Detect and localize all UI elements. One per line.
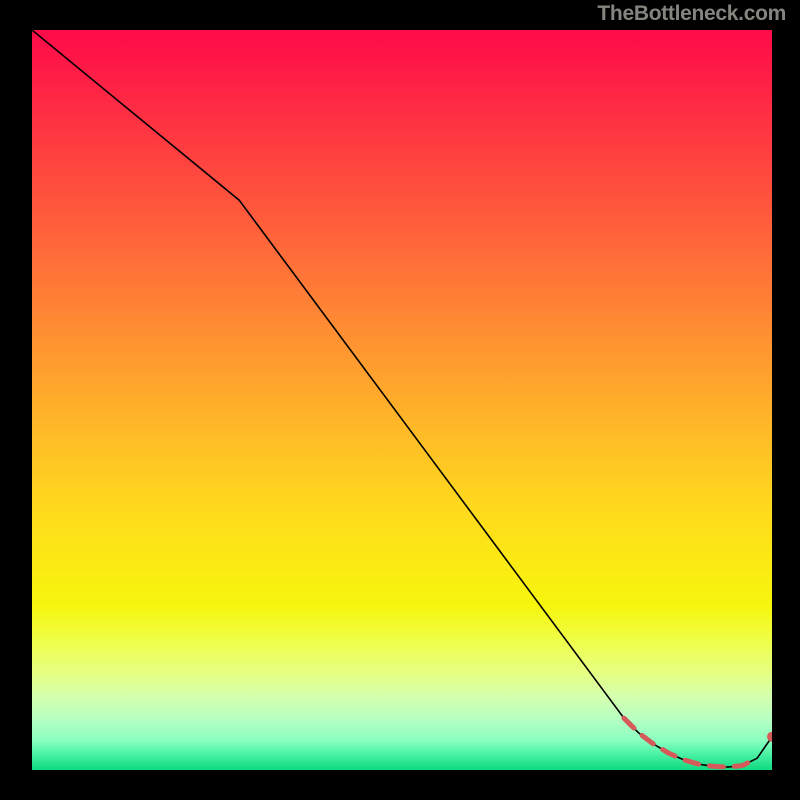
series-curve xyxy=(32,30,772,767)
end-marker xyxy=(767,732,772,742)
chart-container: TheBottleneck.com xyxy=(0,0,800,800)
markers-group xyxy=(767,732,772,742)
plot-overlay-svg xyxy=(32,30,772,770)
series-tail-highlight xyxy=(624,718,757,767)
watermark-text: TheBottleneck.com xyxy=(597,2,786,26)
